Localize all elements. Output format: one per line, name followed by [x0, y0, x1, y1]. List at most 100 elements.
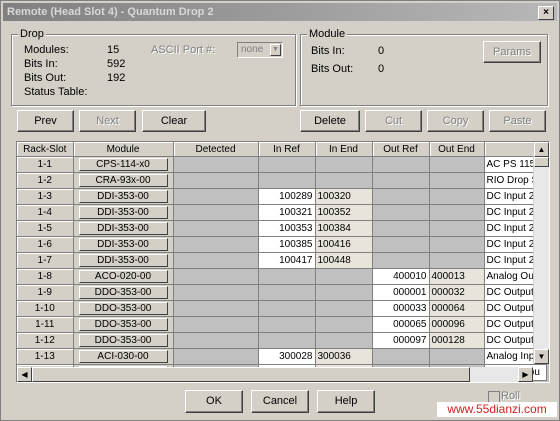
module-cell[interactable]: DDI-353-00 — [73, 236, 174, 253]
module-cell[interactable]: DDI-353-00 — [73, 204, 174, 221]
next-button[interactable]: Next — [79, 110, 136, 132]
in-ref-cell[interactable] — [258, 332, 316, 349]
detected-cell[interactable] — [173, 268, 259, 285]
rack-slot-cell[interactable]: 1-6 — [17, 236, 74, 253]
scroll-up-icon[interactable]: ▲ — [534, 142, 549, 157]
in-end-cell[interactable]: 100384 — [314, 220, 373, 237]
in-ref-cell[interactable]: 100417 — [257, 252, 316, 269]
out-ref-cell[interactable] — [372, 188, 430, 205]
table-row[interactable]: 1-10 DDO-353-00 000033 000064 DC Output — [17, 300, 547, 317]
rack-slot-cell[interactable]: 1-13 — [17, 348, 74, 365]
in-end-cell[interactable] — [315, 172, 373, 189]
delete-button[interactable]: Delete — [300, 110, 360, 132]
table-row[interactable]: 1-4 DDI-353-00 100321 100352 DC Input 24 — [17, 204, 547, 221]
out-ref-cell[interactable] — [372, 172, 430, 189]
rack-slot-cell[interactable]: 1-8 — [17, 268, 74, 285]
out-ref-cell[interactable] — [372, 204, 430, 221]
out-end-cell[interactable] — [429, 236, 485, 253]
out-end-cell[interactable] — [429, 252, 485, 269]
out-end-cell[interactable]: 000032 — [428, 284, 485, 301]
detected-cell[interactable] — [173, 252, 259, 269]
out-end-cell[interactable]: 000064 — [428, 300, 485, 317]
in-end-cell[interactable]: 100448 — [314, 252, 373, 269]
table-row[interactable]: 1-7 DDI-353-00 100417 100448 DC Input 24 — [17, 252, 547, 269]
in-ref-cell[interactable] — [258, 284, 316, 301]
rack-slot-cell[interactable]: 1-1 — [17, 156, 74, 173]
close-button[interactable]: × — [538, 6, 554, 20]
module-cell[interactable]: DDO-353-00 — [73, 316, 174, 333]
paste-button[interactable]: Paste — [489, 110, 546, 132]
table-row[interactable]: 1-3 DDI-353-00 100289 100320 DC Input 24 — [17, 188, 547, 205]
out-end-cell[interactable] — [429, 156, 485, 173]
in-ref-cell[interactable] — [258, 268, 316, 285]
detected-cell[interactable] — [173, 204, 259, 221]
in-ref-cell[interactable] — [258, 172, 316, 189]
table-row[interactable]: 1-11 DDO-353-00 000065 000096 DC Output — [17, 316, 547, 333]
in-end-cell[interactable] — [315, 284, 373, 301]
detected-cell[interactable] — [173, 332, 259, 349]
in-ref-cell[interactable] — [258, 300, 316, 317]
rack-slot-cell[interactable]: 1-11 — [17, 316, 74, 333]
out-ref-cell[interactable] — [372, 252, 430, 269]
table-row[interactable]: 1-1 CPS-114-x0 AC PS 115/ — [17, 156, 547, 173]
out-ref-cell[interactable] — [372, 348, 430, 365]
module-cell[interactable]: DDI-353-00 — [73, 220, 174, 237]
table-row[interactable]: 1-9 DDO-353-00 000001 000032 DC Output — [17, 284, 547, 301]
cut-button[interactable]: Cut — [365, 110, 422, 132]
in-end-cell[interactable]: 300036 — [314, 348, 373, 365]
rack-slot-cell[interactable]: 1-7 — [17, 252, 74, 269]
table-row[interactable]: 1-5 DDI-353-00 100353 100384 DC Input 24 — [17, 220, 547, 237]
in-ref-cell[interactable]: 300028 — [257, 348, 316, 365]
prev-button[interactable]: Prev — [17, 110, 74, 132]
table-row[interactable]: 1-13 ACI-030-00 300028 300036 Analog Inpu — [17, 348, 547, 365]
rack-slot-cell[interactable]: 1-5 — [17, 220, 74, 237]
out-end-cell[interactable] — [429, 348, 485, 365]
out-end-cell[interactable]: 000128 — [428, 332, 485, 349]
out-ref-cell[interactable]: 000001 — [371, 284, 430, 301]
in-end-cell[interactable] — [315, 268, 373, 285]
detected-cell[interactable] — [173, 300, 259, 317]
out-end-cell[interactable] — [429, 188, 485, 205]
rack-slot-cell[interactable]: 1-2 — [17, 172, 74, 189]
module-cell[interactable]: DDI-353-00 — [73, 188, 174, 205]
in-end-cell[interactable]: 100352 — [314, 204, 373, 221]
rack-slot-cell[interactable]: 1-12 — [17, 332, 74, 349]
out-ref-cell[interactable] — [372, 236, 430, 253]
vertical-scroll-thumb[interactable] — [534, 157, 549, 167]
module-cell[interactable]: CRA-93x-00 — [73, 172, 174, 189]
out-ref-cell[interactable]: 000033 — [371, 300, 430, 317]
table-row[interactable]: 1-12 DDO-353-00 000097 000128 DC Output — [17, 332, 547, 349]
in-ref-cell[interactable] — [258, 316, 316, 333]
in-end-cell[interactable] — [315, 300, 373, 317]
module-grid[interactable]: Rack-Slot Module Detected In Ref In End Out R… — [16, 141, 550, 383]
out-end-cell[interactable]: 000096 — [428, 316, 485, 333]
clear-button[interactable]: Clear — [142, 110, 206, 132]
in-end-cell[interactable] — [315, 332, 373, 349]
scroll-left-icon[interactable]: ◀ — [17, 367, 32, 382]
detected-cell[interactable] — [173, 236, 259, 253]
module-cell[interactable]: CPS-114-x0 — [73, 156, 174, 173]
out-ref-cell[interactable] — [372, 220, 430, 237]
rack-slot-cell[interactable]: 1-9 — [17, 284, 74, 301]
out-ref-cell[interactable]: 000097 — [371, 332, 430, 349]
out-ref-cell[interactable]: 400010 — [371, 268, 430, 285]
module-cell[interactable]: ACO-020-00 — [73, 268, 174, 285]
module-cell[interactable]: DDO-353-00 — [73, 284, 174, 301]
module-cell[interactable]: DDO-353-00 — [73, 300, 174, 317]
scroll-right-icon[interactable]: ▶ — [518, 367, 533, 382]
detected-cell[interactable] — [173, 188, 259, 205]
detected-cell[interactable] — [173, 172, 259, 189]
out-ref-cell[interactable]: 000065 — [371, 316, 430, 333]
rack-slot-cell[interactable]: 1-10 — [17, 300, 74, 317]
help-button[interactable]: Help — [317, 390, 375, 413]
in-end-cell[interactable]: 100320 — [314, 188, 373, 205]
copy-button[interactable]: Copy — [427, 110, 484, 132]
scroll-down-icon[interactable]: ▼ — [534, 349, 549, 364]
cancel-button[interactable]: Cancel — [251, 390, 309, 413]
out-ref-cell[interactable] — [372, 156, 430, 173]
rack-slot-cell[interactable]: 1-3 — [17, 188, 74, 205]
module-cell[interactable]: DDO-353-00 — [73, 332, 174, 349]
detected-cell[interactable] — [173, 220, 259, 237]
out-end-cell[interactable] — [429, 204, 485, 221]
chevron-down-icon[interactable]: ▼ — [270, 44, 281, 56]
